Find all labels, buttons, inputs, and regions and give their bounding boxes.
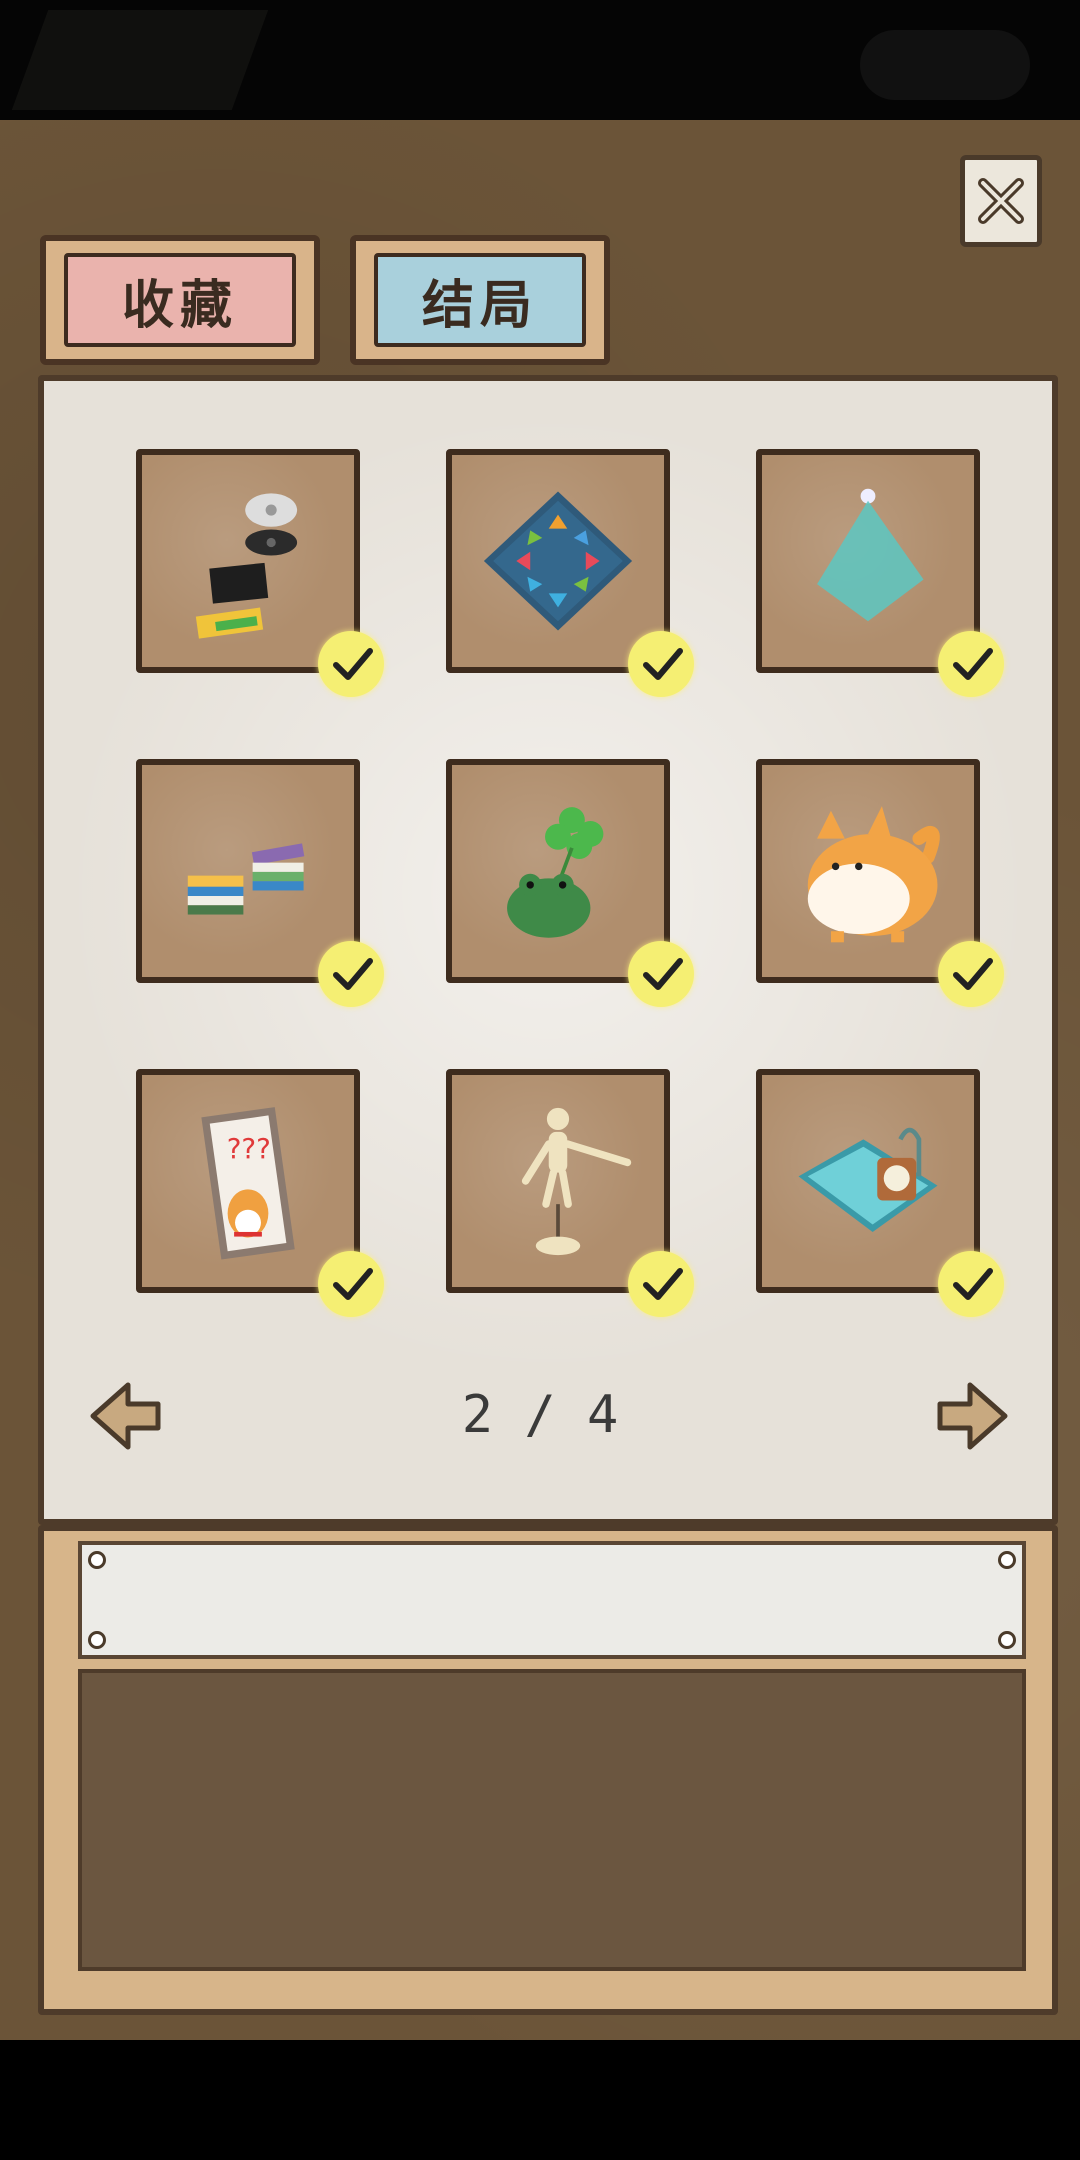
collected-check-icon <box>938 631 1004 697</box>
top-bar <box>0 0 1080 120</box>
arrow-right-icon <box>937 1382 1008 1450</box>
pin-icon <box>88 1551 106 1569</box>
cd-and-books-icon <box>160 473 336 649</box>
tab-collection[interactable]: 收藏 <box>40 235 320 365</box>
item-card[interactable] <box>446 759 694 1007</box>
item-description-text-area <box>78 1669 1026 1971</box>
bottom-bar <box>0 2040 1080 2160</box>
collected-check-icon <box>318 631 384 697</box>
aquarium-clock-icon <box>780 1093 956 1269</box>
item-card[interactable] <box>446 449 694 697</box>
close-icon <box>978 178 1024 224</box>
shiba-dog-icon <box>780 783 956 959</box>
item-card[interactable] <box>756 1069 1004 1317</box>
frog-clover-icon <box>470 783 646 959</box>
decor-shape <box>11 10 269 110</box>
page-indicator: 2 / 4 <box>461 1385 619 1445</box>
collected-check-icon <box>628 941 694 1007</box>
item-card[interactable] <box>136 759 384 1007</box>
tab-collection-label: 收藏 <box>64 253 296 347</box>
collected-check-icon <box>938 1251 1004 1317</box>
item-card[interactable] <box>756 449 1004 697</box>
tab-endings-label: 结局 <box>374 253 586 347</box>
tab-endings[interactable]: 结局 <box>350 235 610 365</box>
item-description-box <box>38 1525 1058 2015</box>
dog-poster-icon: ??? <box>160 1093 336 1269</box>
collected-check-icon <box>628 1251 694 1317</box>
arrow-rug-icon <box>470 473 646 649</box>
spotlight-icon <box>780 473 956 649</box>
item-card[interactable] <box>136 449 384 697</box>
gamepad-icon <box>860 30 1030 100</box>
next-page-button[interactable] <box>928 1370 1020 1462</box>
pin-icon <box>998 1551 1016 1569</box>
collected-check-icon <box>318 941 384 1007</box>
collected-check-icon <box>628 631 694 697</box>
svg-text:???: ??? <box>227 1132 271 1165</box>
close-button[interactable] <box>960 155 1042 247</box>
item-grid: ??? <box>38 375 1058 1525</box>
item-card[interactable] <box>756 759 1004 1007</box>
item-card[interactable]: ??? <box>136 1069 384 1317</box>
item-title-banner <box>78 1541 1026 1659</box>
pin-icon <box>998 1631 1016 1649</box>
item-card[interactable] <box>446 1069 694 1317</box>
collected-check-icon <box>938 941 1004 1007</box>
wooden-mannequin-icon <box>470 1093 646 1269</box>
book-stacks-icon <box>160 783 336 959</box>
pin-icon <box>88 1631 106 1649</box>
collected-check-icon <box>318 1251 384 1317</box>
